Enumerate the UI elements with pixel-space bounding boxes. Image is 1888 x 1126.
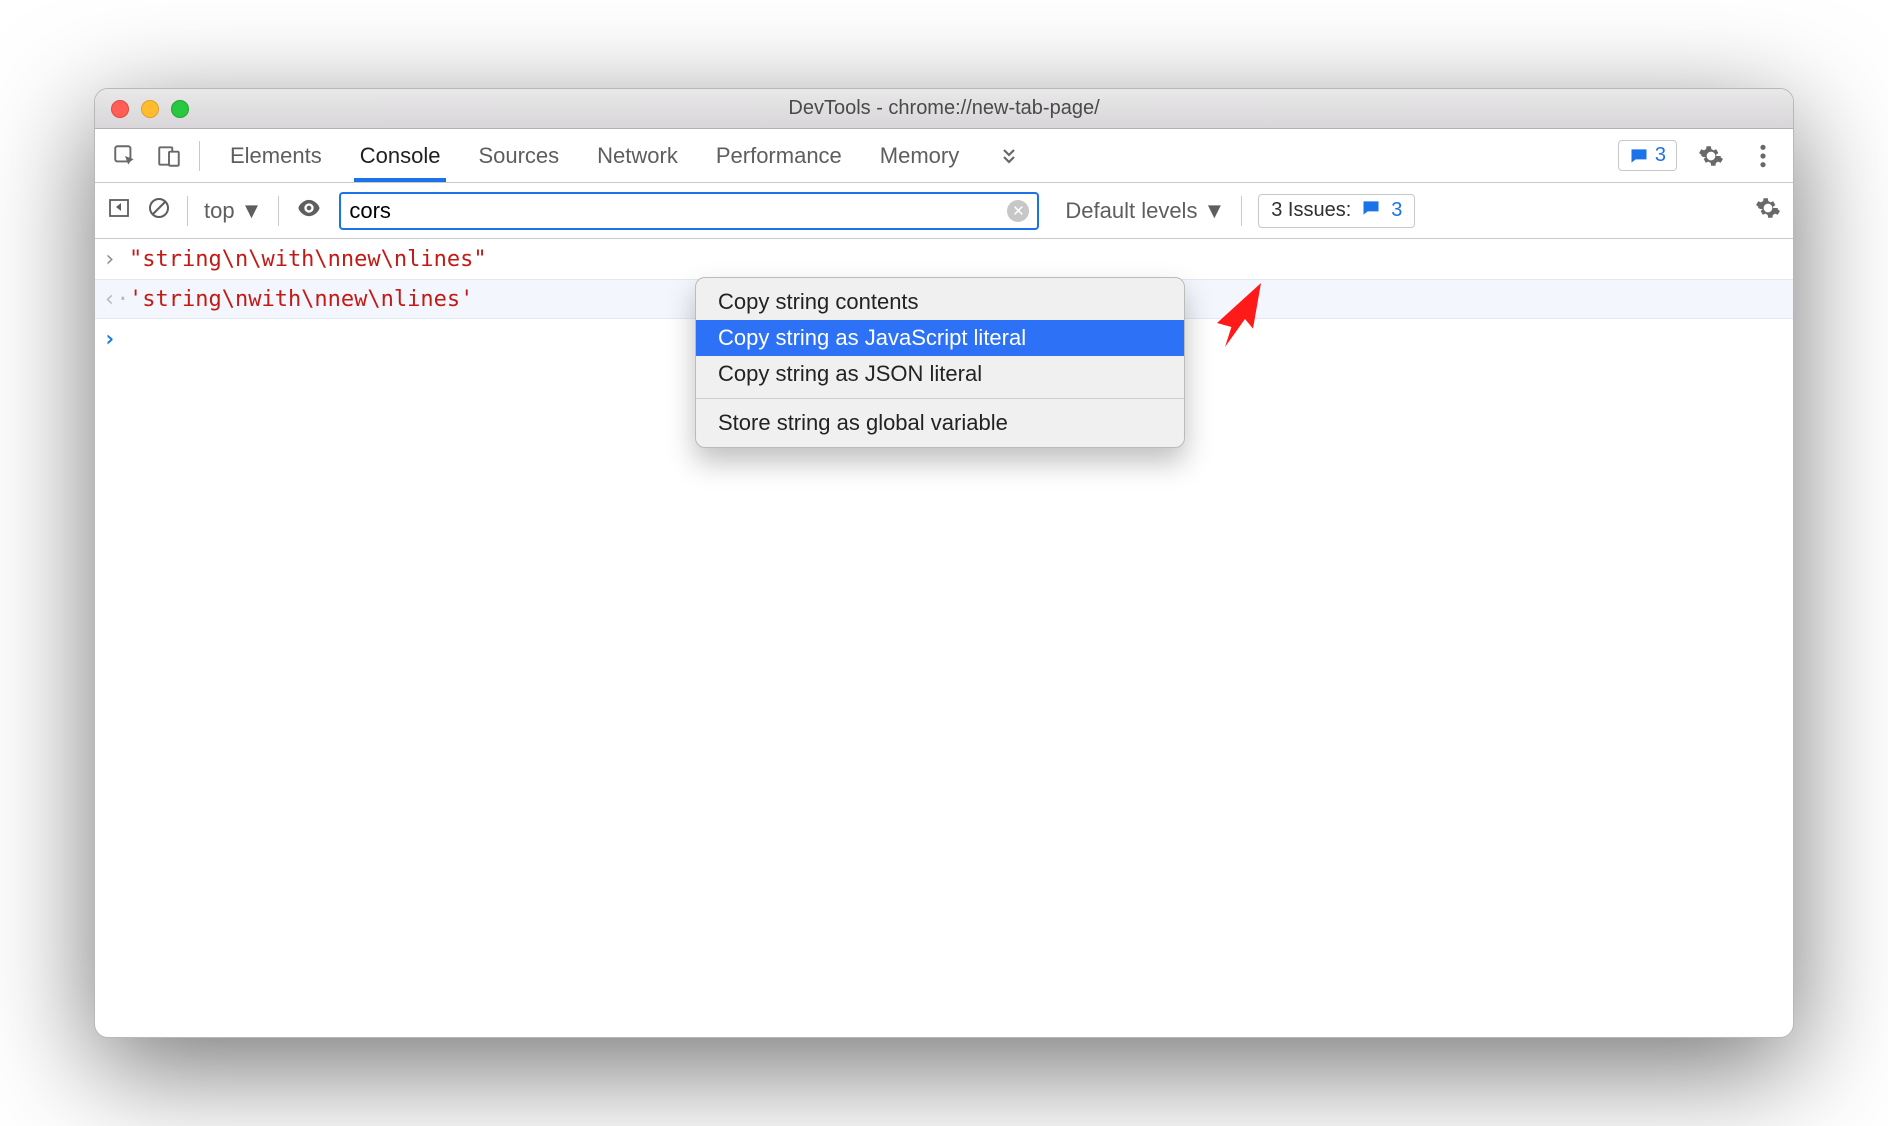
inspect-element-icon[interactable] [107,138,143,174]
menu-copy-string-json-literal[interactable]: Copy string as JSON literal [696,356,1184,392]
tab-sources[interactable]: Sources [478,129,559,182]
more-tabs-button[interactable] [997,129,1021,182]
tab-memory[interactable]: Memory [880,129,959,182]
divider [278,196,279,226]
issues-count: 3 [1391,199,1402,222]
chevron-down-icon: ▼ [1203,198,1225,224]
menu-store-global-variable[interactable]: Store string as global variable [696,405,1184,441]
console-input-line[interactable]: › "string\n\with\nnew\nlines" [95,239,1793,279]
messages-badge[interactable]: 3 [1618,140,1677,171]
sidebar-toggle-icon[interactable] [107,196,131,226]
divider [199,141,200,171]
clear-console-icon[interactable] [147,196,171,226]
titlebar: DevTools - chrome://new-tab-page/ [95,89,1793,129]
messages-count: 3 [1655,144,1666,167]
context-label: top [204,198,235,224]
log-levels-selector[interactable]: Default levels ▼ [1065,198,1225,224]
window-title: DevTools - chrome://new-tab-page/ [95,97,1793,120]
levels-label: Default levels [1065,198,1197,224]
divider [187,196,188,226]
filter-input-wrap: ✕ [339,192,1039,230]
tab-elements[interactable]: Elements [230,129,322,182]
console-output-text: 'string\nwith\nnew\nlines' [129,287,473,312]
devtools-window: DevTools - chrome://new-tab-page/ Elemen… [94,88,1794,1038]
console-body: › "string\n\with\nnew\nlines" ‹· 'string… [95,239,1793,1037]
divider [1241,196,1242,226]
console-toolbar: top ▼ ✕ Default levels ▼ 3 Issues: [95,183,1793,239]
clear-filter-icon[interactable]: ✕ [1007,200,1029,222]
issues-label: 3 Issues: [1271,199,1351,222]
context-selector[interactable]: top ▼ [204,198,262,224]
tab-console[interactable]: Console [360,129,441,182]
live-expression-icon[interactable] [295,194,323,228]
panel-tabs: Elements Console Sources Network Perform… [230,129,1021,182]
console-settings-icon[interactable] [1755,195,1781,227]
annotation-arrow-icon [1193,271,1273,357]
menu-copy-string-contents[interactable]: Copy string contents [696,284,1184,320]
chevron-down-icon: ▼ [241,198,263,224]
prompt-arrow-icon: › [103,327,119,352]
output-arrow-icon: ‹· [103,287,119,312]
context-menu: Copy string contents Copy string as Java… [695,277,1185,448]
console-input-text: "string\n\with\nnew\nlines" [129,247,487,272]
tab-network[interactable]: Network [597,129,678,182]
panel-tabbar: Elements Console Sources Network Perform… [95,129,1793,183]
settings-icon[interactable] [1693,138,1729,174]
input-arrow-icon: › [103,247,119,272]
device-toolbar-icon[interactable] [151,138,187,174]
menu-separator [696,398,1184,399]
issues-badge[interactable]: 3 Issues: 3 [1258,194,1415,228]
menu-copy-string-js-literal[interactable]: Copy string as JavaScript literal [696,320,1184,356]
more-options-icon[interactable] [1745,138,1781,174]
tab-performance[interactable]: Performance [716,129,842,182]
message-icon [1361,198,1381,224]
filter-input[interactable] [349,198,1007,224]
